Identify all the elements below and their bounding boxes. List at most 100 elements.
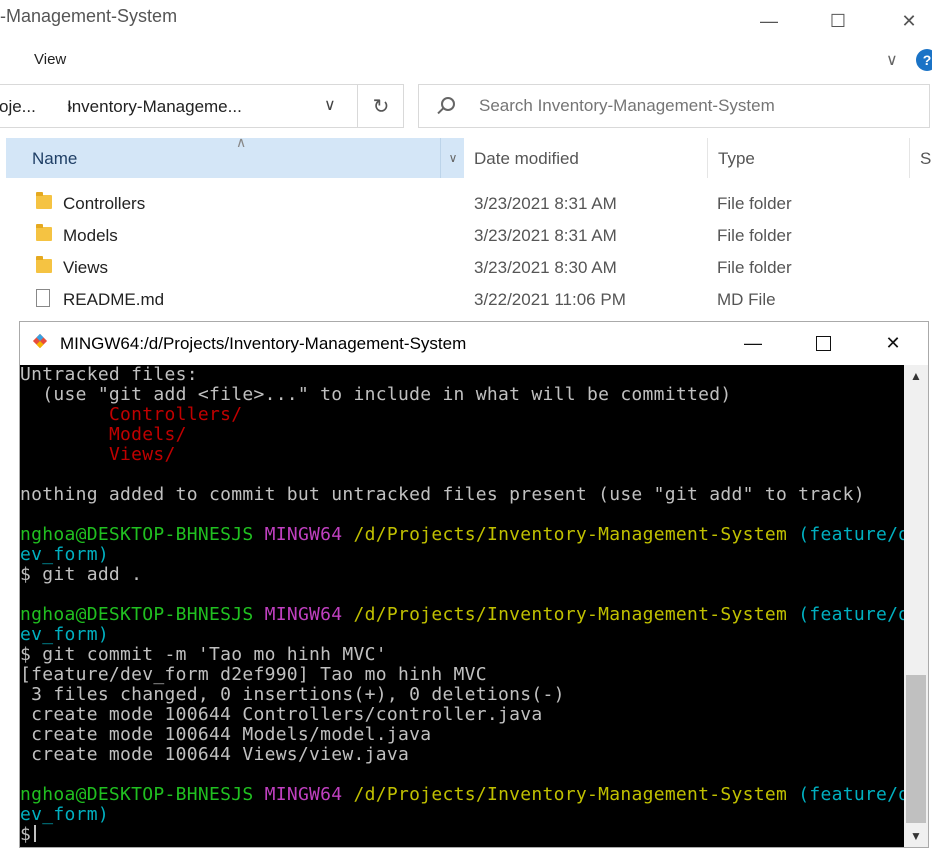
terminal-line: $ [20, 825, 904, 845]
terminal-line: nghoa@DESKTOP-BHNESJS MINGW64 /d/Project… [20, 525, 904, 545]
terminal-text-segment: (use "git add <file>..." to include in w… [20, 384, 732, 405]
terminal-line: ev_form) [20, 625, 904, 645]
terminal-text-segment: Views/ [108, 444, 176, 465]
column-header-size[interactable]: Si [909, 138, 932, 178]
terminal-line: create mode 100644 Views/view.java [20, 745, 904, 765]
terminal-line: ev_form) [20, 545, 904, 565]
breadcrumb-projects[interactable]: oje... [0, 97, 36, 117]
column-header-name[interactable]: ∧ Name ∨ [6, 134, 465, 178]
terminal-title-bar[interactable]: MINGW64:/d/Projects/Inventory-Management… [20, 322, 928, 364]
file-icon [36, 289, 50, 309]
terminal-line: nothing added to commit but untracked fi… [20, 485, 904, 505]
terminal-text-segment: (feature/d [798, 604, 904, 625]
terminal-line: create mode 100644 Models/model.java [20, 725, 904, 745]
terminal-line: $ git commit -m 'Tao mo hinh MVC' [20, 645, 904, 665]
close-button[interactable]: ✕ [886, 0, 932, 42]
terminal-text-segment: [feature/dev_form d2ef990] Tao mo hinh M… [20, 664, 487, 685]
file-row[interactable]: README.md 3/22/2021 11:06 PM MD File [0, 284, 932, 316]
terminal-minimize-button[interactable]: — [718, 322, 788, 364]
maximize-button[interactable]: ☐ [815, 0, 861, 42]
terminal-maximize-button[interactable] [788, 322, 858, 364]
help-icon[interactable]: ? [916, 49, 932, 71]
terminal-text-segment: MINGW64 [264, 524, 343, 545]
terminal-text-segment: create mode 100644 Controllers/controlle… [20, 704, 543, 725]
refresh-button[interactable]: ↻ [357, 85, 404, 127]
terminal-cursor [34, 825, 37, 842]
file-name: Controllers [63, 194, 146, 213]
maximize-icon [815, 335, 831, 351]
file-name: Views [63, 258, 109, 277]
file-type: File folder [717, 226, 792, 245]
folder-icon [36, 192, 52, 209]
terminal-close-button[interactable]: ✕ [858, 322, 928, 364]
terminal-text-segment: $ [20, 824, 32, 845]
terminal-line: Views/ [20, 445, 904, 465]
file-row[interactable]: Controllers 3/23/2021 8:31 AM File folde… [0, 188, 932, 220]
breadcrumb-current-folder[interactable]: Inventory-Manageme... [67, 97, 242, 117]
file-row[interactable]: Models 3/23/2021 8:31 AM File folder [0, 220, 932, 252]
minimize-icon: — [760, 10, 778, 31]
address-dropdown-icon[interactable]: ∨ [324, 95, 336, 115]
scrollbar-thumb[interactable] [906, 675, 926, 823]
terminal-text-segment: MINGW64 [264, 784, 343, 805]
ribbon-expand-chevron-icon[interactable]: ∨ [886, 50, 898, 70]
terminal-line: Controllers/ [20, 405, 904, 425]
close-icon: ✕ [885, 332, 901, 353]
minimize-button[interactable]: — [746, 0, 792, 42]
terminal-text-segment: nghoa@DESKTOP-BHNESJS [20, 604, 254, 625]
terminal-text-segment: nghoa@DESKTOP-BHNESJS [20, 784, 254, 805]
maximize-icon: ☐ [829, 10, 847, 31]
terminal-text-segment: MINGW64 [264, 604, 343, 625]
column-header-size-label: Si [920, 149, 932, 168]
terminal-text-segment: nothing added to commit but untracked fi… [20, 484, 865, 505]
scroll-down-arrow-icon[interactable]: ▼ [904, 825, 928, 847]
terminal-output[interactable]: Untracked files: (use "git add <file>...… [20, 365, 904, 847]
file-date: 3/22/2021 11:06 PM [474, 290, 626, 309]
terminal-line: create mode 100644 Controllers/controlle… [20, 705, 904, 725]
column-header-date-modified[interactable]: Date modified [464, 138, 706, 178]
column-header-type[interactable]: Type [707, 138, 908, 178]
refresh-icon: ↻ [372, 95, 390, 118]
search-input[interactable] [479, 96, 919, 116]
terminal-text-segment: create mode 100644 Models/model.java [20, 724, 432, 745]
mingw64-terminal-window[interactable]: MINGW64:/d/Projects/Inventory-Management… [19, 321, 929, 848]
file-type: MD File [717, 290, 776, 309]
file-date: 3/23/2021 8:30 AM [474, 258, 617, 277]
terminal-text-segment: $ git commit -m 'Tao mo hinh MVC' [20, 644, 387, 665]
search-box[interactable] [418, 84, 930, 128]
terminal-text-segment: Controllers/ [108, 404, 243, 425]
terminal-lines: Untracked files: (use "git add <file>...… [20, 365, 904, 845]
terminal-scrollbar[interactable]: ▲ ▼ [904, 365, 928, 847]
terminal-text-segment: nghoa@DESKTOP-BHNESJS [20, 524, 254, 545]
terminal-line: nghoa@DESKTOP-BHNESJS MINGW64 /d/Project… [20, 605, 904, 625]
terminal-text-segment: create mode 100644 Views/view.java [20, 744, 410, 765]
terminal-text-segment: (feature/d [798, 784, 904, 805]
file-row[interactable]: Views 3/23/2021 8:30 AM File folder [0, 252, 932, 284]
column-filter-chevron-icon[interactable]: ∨ [440, 138, 465, 178]
terminal-line: Models/ [20, 425, 904, 445]
file-date: 3/23/2021 8:31 AM [474, 226, 617, 245]
terminal-text-segment: Models/ [108, 424, 187, 445]
column-header-type-label: Type [718, 149, 755, 168]
terminal-text-segment: /d/Projects/Inventory-Management-System [353, 784, 788, 805]
close-icon: ✕ [901, 10, 917, 31]
address-bar[interactable]: oje... › › Inventory-Manageme... ∨ ↻ [0, 84, 404, 128]
column-header-date-label: Date modified [474, 149, 579, 168]
menu-view[interactable]: View [34, 51, 66, 68]
scroll-up-arrow-icon[interactable]: ▲ [904, 365, 928, 387]
terminal-line: (use "git add <file>..." to include in w… [20, 385, 904, 405]
file-name: README.md [63, 290, 165, 309]
terminal-text-segment: Untracked files: [20, 365, 198, 385]
terminal-line: ev_form) [20, 805, 904, 825]
